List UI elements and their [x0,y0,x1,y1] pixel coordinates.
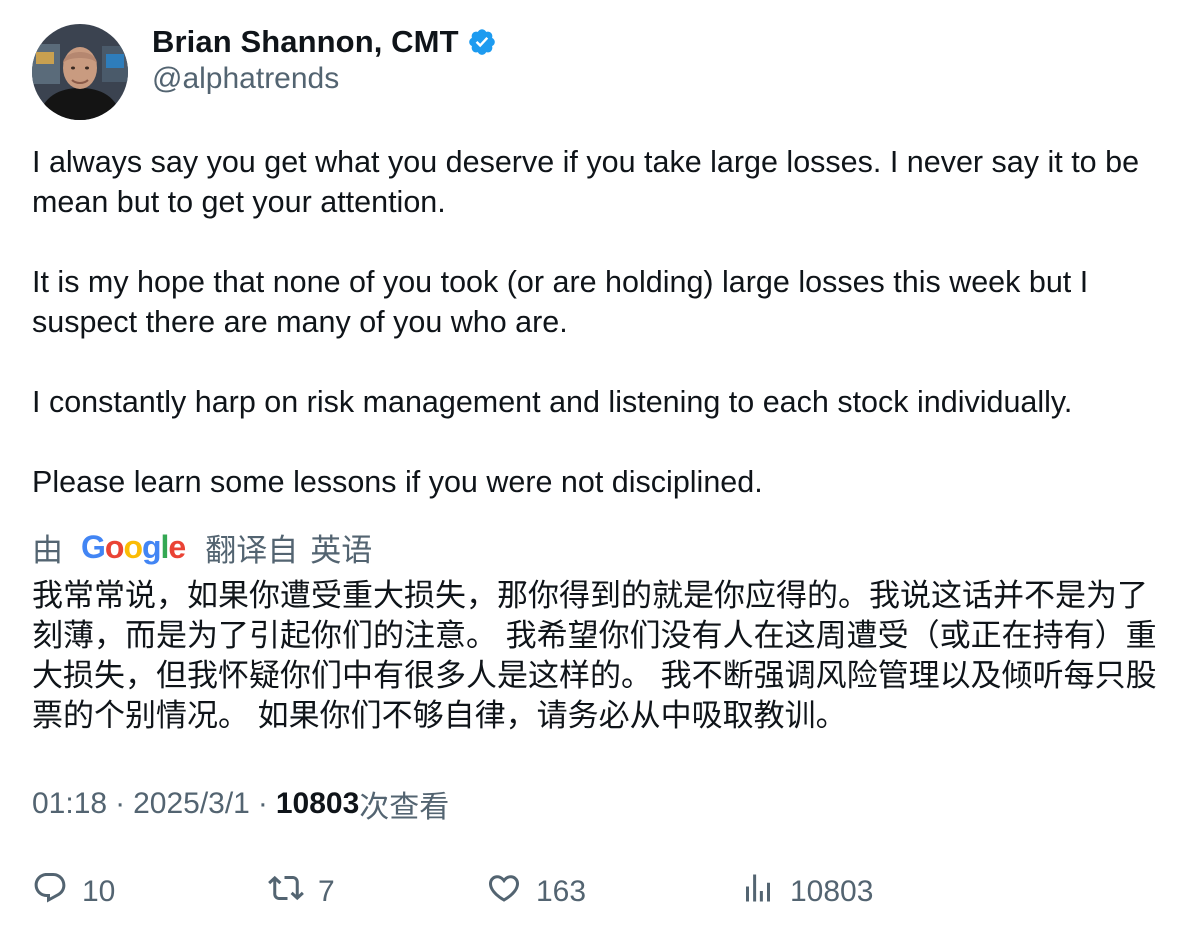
tweet-paragraph: I always say you get what you deserve if… [32,145,1140,219]
heart-icon [486,870,522,914]
retweet-count: 7 [318,875,335,908]
translated-from-label: 翻译自 [205,532,299,568]
verified-badge-icon [467,27,497,57]
tweet-paragraph: It is my hope that none of you took (or … [32,265,1089,339]
author-display-name[interactable]: Brian Shannon, CMT [152,24,459,60]
meta-separator: · [115,787,126,820]
views-action-count: 10803 [790,875,874,908]
author-handle[interactable]: @alphatrends [152,62,339,96]
tweet-paragraph: Please learn some lessons if you were no… [32,465,763,499]
analytics-icon [740,870,776,914]
author-name-row[interactable]: Brian Shannon, CMT [152,22,497,62]
tweet-date[interactable]: 2025/3/1 [133,787,250,821]
translation-by-label: 由 [32,532,63,568]
meta-separator: · [257,787,268,820]
tweet-meta: 01:18 · 2025/3/1 · 10803 次查看 [32,784,449,824]
tweet-text: I always say you get what you deserve if… [32,142,1172,502]
tweet-paragraph: I constantly harp on risk management and… [32,385,1073,419]
like-button[interactable]: 163 [486,870,586,914]
tweet-time[interactable]: 01:18 [32,787,107,821]
source-language: 英语 [310,532,373,568]
retweet-button[interactable]: 7 [268,870,335,914]
google-logo[interactable]: Google [81,529,186,566]
views-button[interactable]: 10803 [740,870,873,914]
views-count: 10803 [275,787,360,820]
avatar-image [32,24,128,120]
reply-count: 10 [82,875,116,908]
views-label: 次查看 [359,791,450,824]
retweet-icon [268,870,304,914]
action-bar: 10 7 163 10803 [0,870,1196,914]
translation-attribution: 由 Google 翻译自 英语 [32,526,372,568]
translated-text: 我常常说，如果你遭受重大损失，那你得到的就是你应得的。我说这话并不是为了刻薄，而… [32,578,1157,733]
avatar[interactable] [32,24,128,120]
like-count: 163 [536,875,587,908]
reply-button[interactable]: 10 [32,870,115,914]
reply-icon [32,870,68,914]
